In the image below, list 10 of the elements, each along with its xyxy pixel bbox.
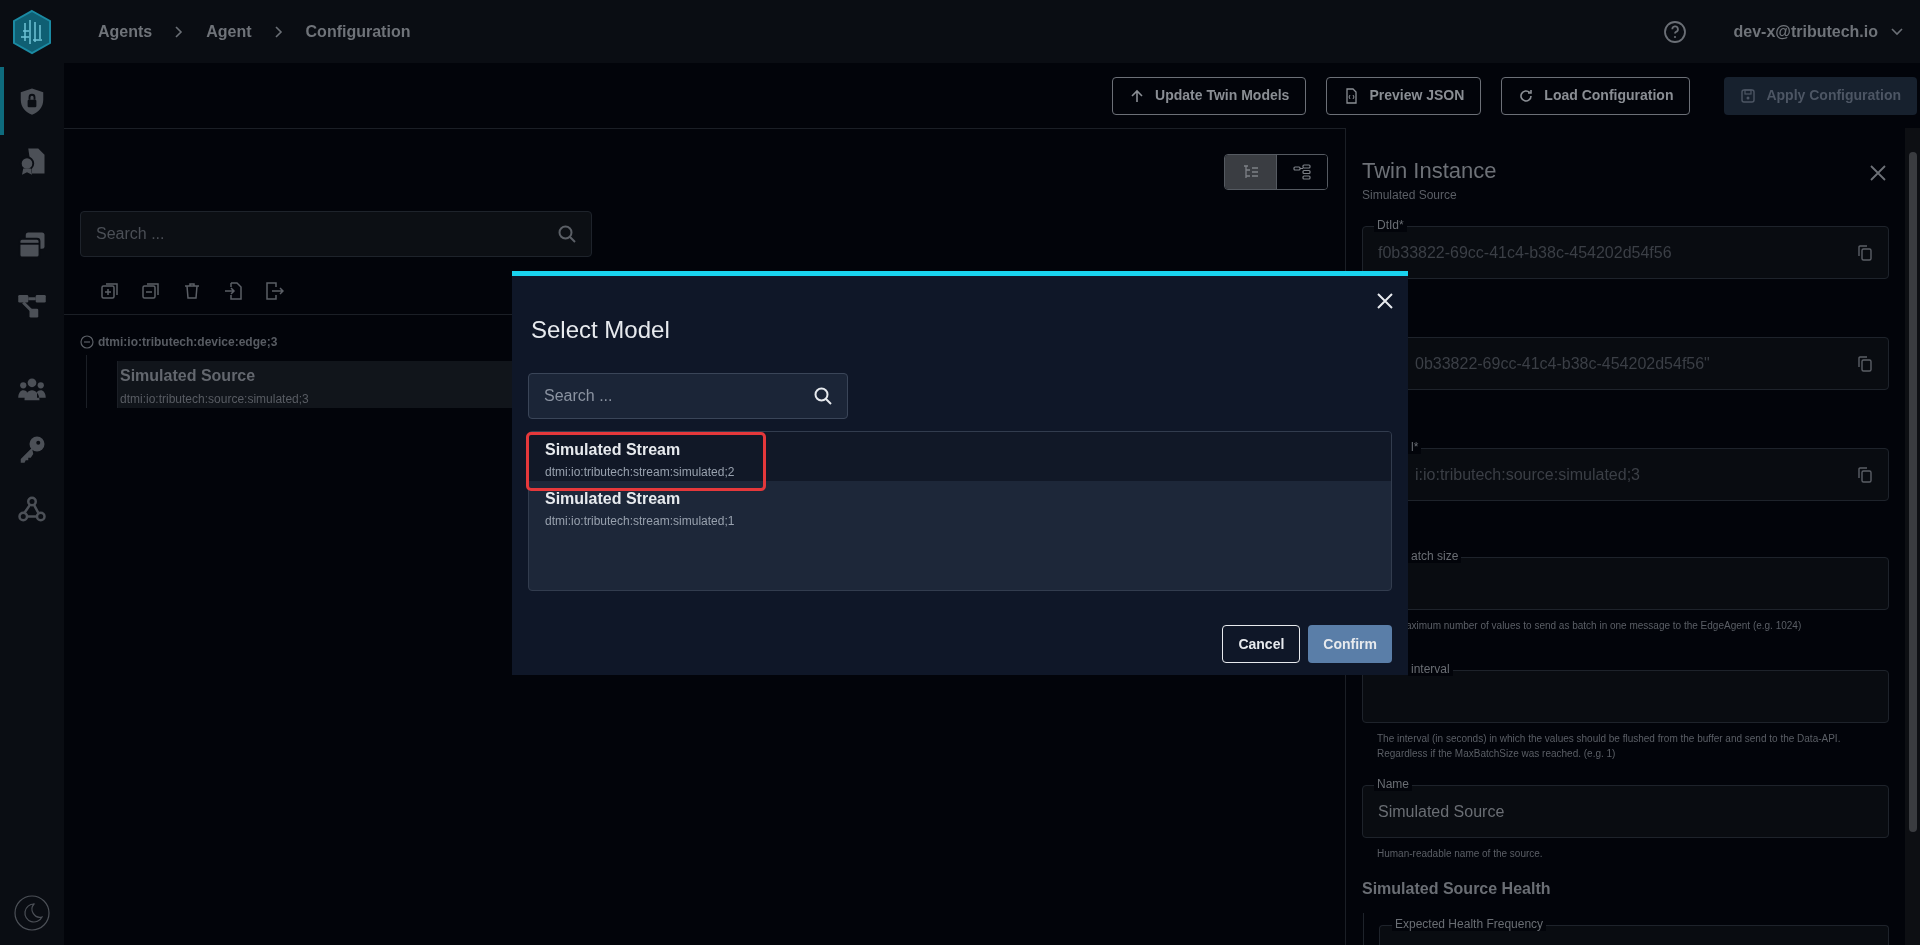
helper-text: The interval (in seconds) in which the values should be flushed from the buffer and send to the Data-API. Regardless if the MaxBatchSize was reached. (e.g. 1) — [1376, 732, 1842, 761]
panel-subtitle: Simulated Source — [1362, 187, 1458, 204]
field-label: Expected Health Frequency — [1392, 917, 1547, 931]
field-label: atch size — [1408, 549, 1462, 563]
section-heading: Simulated Source Health — [1362, 879, 1552, 899]
helper-text: Human-readable name of the source. — [1376, 847, 1544, 861]
dialog-title: Select Model — [531, 315, 670, 345]
field-label: interval — [1408, 662, 1453, 676]
panel-title: Twin Instance — [1362, 158, 1497, 184]
field-label: l* — [1408, 440, 1422, 454]
